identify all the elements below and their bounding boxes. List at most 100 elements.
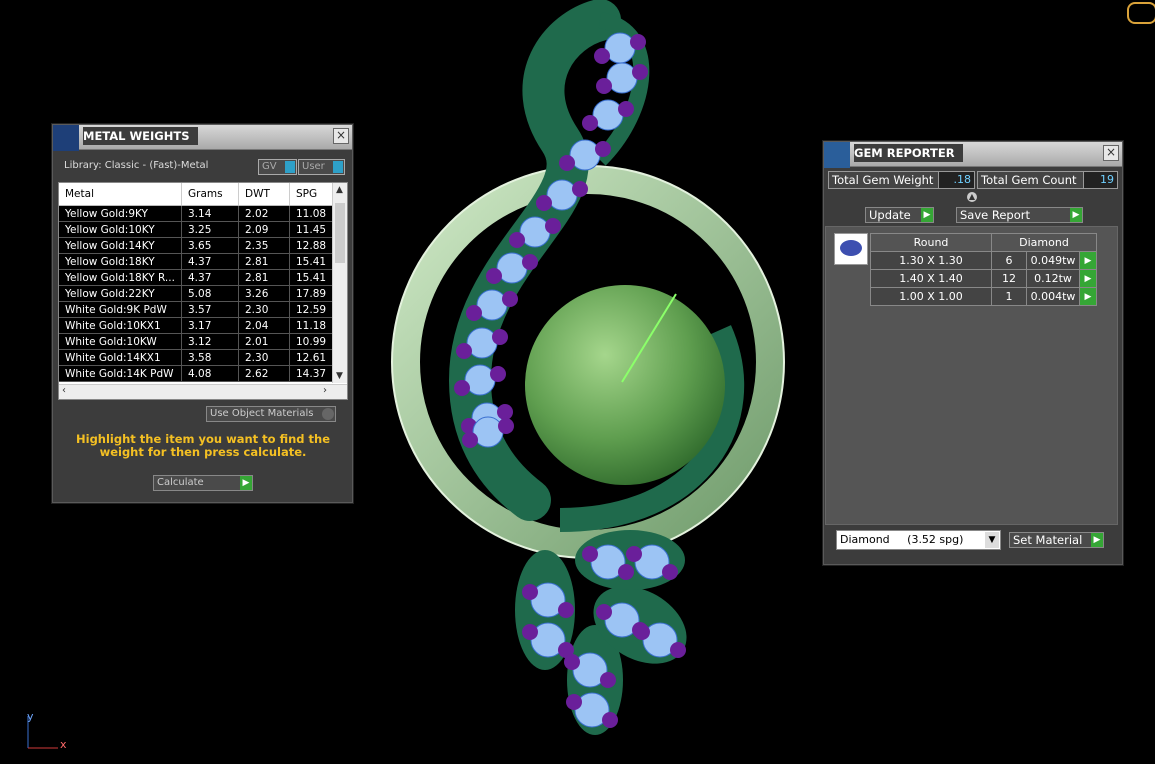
use-object-materials-toggle[interactable]: Use Object Materials <box>206 406 336 422</box>
table-cell: Yellow Gold:18KY <box>59 253 182 270</box>
col-shape: Round <box>870 233 992 252</box>
table-row[interactable]: White Gold:14KX1 3.58 2.30 12.61 <box>59 349 334 366</box>
play-icon[interactable]: ▶ <box>1079 251 1097 270</box>
total-gem-count-label: Total Gem Count <box>977 171 1084 189</box>
scale-icon <box>53 125 79 151</box>
gem-list-area: Round Diamond 1.30 X 1.30 6 0.049tw ▶ 1.40 X… <box>825 226 1118 525</box>
table-cell: 5.08 <box>181 285 239 302</box>
gem-table[interactable]: Round Diamond 1.30 X 1.30 6 0.049tw ▶ 1.40 X… <box>870 233 1097 306</box>
table-cell: 2.30 <box>238 349 290 366</box>
total-gem-weight-label: Total Gem Weight <box>828 171 939 189</box>
table-row[interactable]: 1.00 X 1.00 1 0.004tw ▶ <box>870 287 1097 306</box>
play-icon: ▶ <box>921 208 933 222</box>
table-cell: 12 <box>991 269 1027 288</box>
table-cell: Yellow Gold:14KY <box>59 237 182 254</box>
table-cell: White Gold:14KX1 <box>59 349 182 366</box>
calculate-label: Calculate <box>157 477 204 488</box>
table-cell: 0.004tw <box>1026 287 1080 306</box>
table-cell: White Gold:14K PdW <box>59 365 182 382</box>
prong-bead <box>626 546 642 562</box>
metal-weights-titlebar[interactable]: METAL WEIGHTS × <box>53 125 352 151</box>
table-cell: 3.26 <box>238 285 290 302</box>
gv-label: GV <box>262 161 277 172</box>
table-row[interactable]: Yellow Gold:18KY 4.37 2.81 15.41 <box>59 253 334 270</box>
table-row[interactable]: Yellow Gold:9KY 3.14 2.02 11.08 <box>59 205 334 222</box>
table-cell: 6 <box>991 251 1027 270</box>
round-gem-icon[interactable] <box>834 233 868 265</box>
prong-bead <box>602 712 618 728</box>
set-material-label: Set Material <box>1013 533 1083 547</box>
prong-bead <box>595 141 611 157</box>
table-cell: 0.049tw <box>1026 251 1080 270</box>
table-cell: 11.45 <box>289 221 334 238</box>
app-logo-icon[interactable] <box>1127 2 1155 24</box>
gem-reporter-titlebar[interactable]: GEM REPORTER × <box>824 142 1122 168</box>
table-row[interactable]: 1.30 X 1.30 6 0.049tw ▶ <box>870 251 1097 270</box>
prong-bead <box>492 329 508 345</box>
col-metal[interactable]: Metal <box>59 183 182 206</box>
table-cell: 15.41 <box>289 253 334 270</box>
table-cell: 3.65 <box>181 237 239 254</box>
collapse-icon[interactable]: ▲ <box>967 192 977 202</box>
table-cell: 2.62 <box>238 365 290 382</box>
gv-toggle[interactable]: GV <box>258 159 297 175</box>
close-icon[interactable]: × <box>333 128 349 144</box>
table-row[interactable]: White Gold:9K PdW 3.57 2.30 12.59 <box>59 301 334 318</box>
table-cell: Yellow Gold:9KY <box>59 205 182 222</box>
save-report-button[interactable]: Save Report ▶ <box>956 207 1083 223</box>
metal-table[interactable]: Metal Grams DWT SPG Yellow Gold:9KY 3.14 2… <box>58 182 348 400</box>
scroll-thumb[interactable] <box>335 203 345 263</box>
panel-title: METAL WEIGHTS <box>83 127 198 145</box>
panel-title: GEM REPORTER <box>854 144 963 162</box>
table-cell: 0.12tw <box>1026 269 1080 288</box>
table-row[interactable]: White Gold:10KW 3.12 2.01 10.99 <box>59 333 334 350</box>
prong-bead <box>632 64 648 80</box>
play-icon: ▶ <box>240 476 252 490</box>
table-cell: 3.12 <box>181 333 239 350</box>
calculate-button[interactable]: Calculate ▶ <box>153 475 253 491</box>
play-icon: ▶ <box>1070 208 1082 222</box>
table-row[interactable]: 1.40 X 1.40 12 0.12tw ▶ <box>870 269 1097 288</box>
table-cell: 3.25 <box>181 221 239 238</box>
table-cell: 1 <box>991 287 1027 306</box>
scroll-up-icon[interactable]: ▲ <box>336 185 343 195</box>
vertical-scrollbar[interactable]: ▲ ▼ <box>332 183 347 383</box>
material-select[interactable]: Diamond (3.52 spg) ▼ <box>836 530 1001 550</box>
scroll-left-icon[interactable]: ‹ <box>62 385 66 396</box>
table-row[interactable]: White Gold:14K PdW 4.08 2.62 14.37 <box>59 365 334 382</box>
prong-bead <box>559 155 575 171</box>
set-material-button[interactable]: Set Material ▶ <box>1009 532 1104 548</box>
table-cell: 2.30 <box>238 301 290 318</box>
col-dwt[interactable]: DWT <box>238 183 290 206</box>
table-row[interactable]: White Gold:10KX1 3.17 2.04 11.18 <box>59 317 334 334</box>
table-cell: 4.08 <box>181 365 239 382</box>
table-row[interactable]: Yellow Gold:22KY 5.08 3.26 17.89 <box>59 285 334 302</box>
scroll-down-icon[interactable]: ▼ <box>336 371 343 381</box>
use-object-materials-label: Use Object Materials <box>210 408 314 419</box>
table-row[interactable]: Yellow Gold:10KY 3.25 2.09 11.45 <box>59 221 334 238</box>
col-spg[interactable]: SPG <box>289 183 334 206</box>
horizontal-scrollbar[interactable]: ‹ › <box>59 384 347 399</box>
play-icon[interactable]: ▶ <box>1079 269 1097 288</box>
total-gem-weight-value: .18 <box>938 171 975 189</box>
table-cell: 3.14 <box>181 205 239 222</box>
play-icon[interactable]: ▶ <box>1079 287 1097 306</box>
close-icon[interactable]: × <box>1103 145 1119 161</box>
chevron-down-icon: ▼ <box>985 532 999 548</box>
table-row[interactable]: Yellow Gold:14KY 3.65 2.35 12.88 <box>59 237 334 254</box>
user-toggle[interactable]: User <box>298 159 345 175</box>
prong-bead <box>582 115 598 131</box>
prong-bead <box>630 34 646 50</box>
scroll-right-icon[interactable]: › <box>323 385 327 396</box>
table-cell: 4.37 <box>181 253 239 270</box>
prong-bead <box>509 232 525 248</box>
update-button[interactable]: Update ▶ <box>865 207 934 223</box>
col-grams[interactable]: Grams <box>181 183 239 206</box>
prong-bead <box>596 78 612 94</box>
table-cell: 17.89 <box>289 285 334 302</box>
table-cell: 12.61 <box>289 349 334 366</box>
table-cell: 4.37 <box>181 269 239 286</box>
prong-bead <box>662 564 678 580</box>
table-row[interactable]: Yellow Gold:18KY R... 4.37 2.81 15.41 <box>59 269 334 286</box>
prong-bead <box>536 195 552 211</box>
